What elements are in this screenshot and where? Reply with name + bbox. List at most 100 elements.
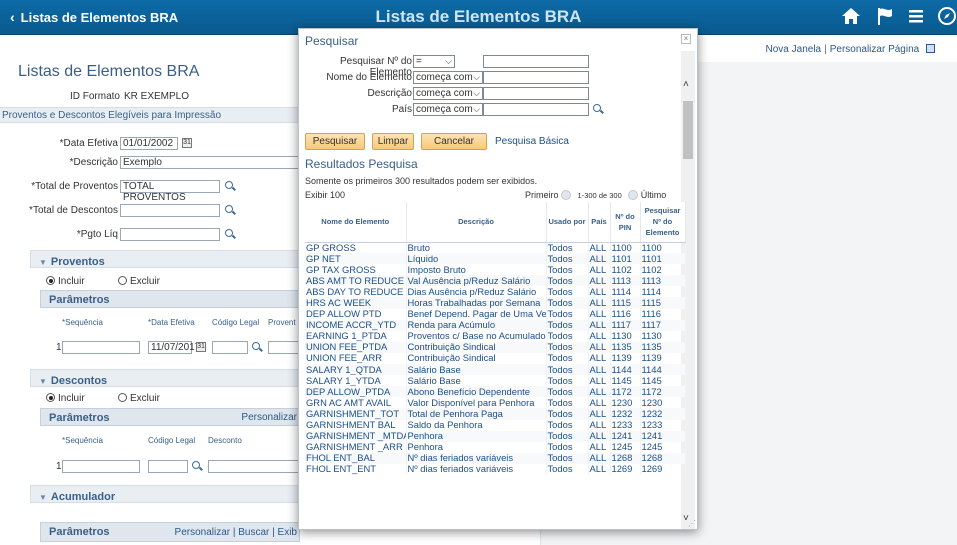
total-earnings-field[interactable]: TOTAL PROVENTOS (120, 180, 220, 203)
table-cell[interactable]: ALL (588, 330, 611, 342)
table-cell[interactable]: 1232 (610, 408, 641, 420)
table-cell[interactable]: Todos (546, 364, 589, 376)
table-row[interactable]: UNION FEE_PTDA Contribuição Sindical Todos… (305, 341, 686, 353)
table-cell[interactable]: 1130 (610, 330, 641, 342)
table-cell[interactable]: 1230 (640, 397, 686, 409)
table-cell[interactable]: 1116 (640, 308, 686, 320)
elem-name-input[interactable] (483, 71, 589, 84)
table-cell[interactable]: Contribuição Sindical (406, 352, 547, 365)
table-cell[interactable]: Todos (546, 308, 589, 320)
table-cell[interactable]: 1101 (610, 253, 641, 265)
table-cell[interactable]: Salário Base (406, 364, 547, 376)
close-icon[interactable]: × (681, 34, 691, 44)
deductions-seq-field[interactable] (62, 460, 140, 473)
table-cell[interactable]: Dias Ausência p/Reduz Salário (406, 286, 547, 298)
table-cell[interactable]: Todos (546, 242, 589, 254)
table-cell[interactable]: 1117 (640, 319, 686, 331)
table-cell[interactable]: Val Ausência p/Reduz Salário (406, 275, 547, 287)
compass-icon[interactable] (936, 6, 957, 28)
table-cell[interactable]: Bruto (406, 242, 547, 254)
table-cell[interactable]: ALL (588, 242, 611, 254)
table-cell[interactable]: Todos (546, 408, 589, 420)
earnings-date-field[interactable]: 11/07/2017 (148, 341, 200, 354)
table-cell[interactable]: DEP ALLOW PTD (305, 308, 407, 320)
prev-icon[interactable] (561, 190, 572, 200)
table-row[interactable]: UNION FEE_ARR Contribuição Sindical Todos A… (305, 352, 686, 365)
table-cell[interactable]: 1115 (640, 297, 686, 309)
operator-select-description[interactable]: começa com ⌵ (413, 87, 483, 100)
col-elem-name[interactable]: Nome do Elemento (305, 202, 407, 243)
table-row[interactable]: HRS AC WEEK Horas Trabalhadas por Semana T… (305, 297, 686, 309)
table-row[interactable]: GP GROSS Bruto Todos ALL 1100 1100 (305, 242, 686, 254)
table-cell[interactable]: ALL (588, 286, 611, 298)
calendar-icon[interactable]: 31 (196, 342, 206, 352)
table-cell[interactable]: Horas Trabalhadas por Semana (406, 297, 547, 309)
table-cell[interactable]: 1268 (640, 452, 686, 464)
table-row[interactable]: DEP ALLOW PTD Benef Depend. Pagar de Uma … (305, 308, 686, 320)
calendar-icon[interactable]: 31 (182, 138, 192, 148)
table-cell[interactable]: EARNING 1_PTDA (305, 330, 407, 342)
table-cell[interactable]: ALL (588, 397, 611, 409)
table-cell[interactable]: HRS AC WEEK (305, 297, 407, 309)
table-cell[interactable]: Todos (546, 430, 589, 442)
table-row[interactable]: GARNISHMENT _MTDA Penhora Todos ALL 1241 1241 (305, 430, 686, 442)
total-deductions-field[interactable] (120, 204, 220, 217)
operator-select-elem-num[interactable]: = ⌵ (413, 55, 455, 68)
table-row[interactable]: DEP ALLOW_PTDA Abono Benefício Dependente… (305, 386, 686, 398)
operator-select-elem-name[interactable]: começa com ⌵ (413, 71, 483, 84)
table-cell[interactable]: GP GROSS (305, 242, 407, 254)
table-cell[interactable]: ALL (588, 463, 611, 475)
col-pin-num[interactable]: Nº do PIN (610, 202, 641, 243)
table-cell[interactable]: ALL (588, 408, 611, 420)
table-cell[interactable]: ABS DAY TO REDUCE (305, 286, 407, 298)
table-cell[interactable]: Todos (546, 386, 589, 398)
deductions-code-field[interactable] (208, 460, 300, 473)
operator-select-country[interactable]: começa com ⌵ (413, 103, 483, 116)
table-cell[interactable]: 1114 (640, 286, 686, 298)
table-cell[interactable]: 1144 (610, 364, 641, 376)
search-icon[interactable] (593, 104, 603, 114)
table-cell[interactable]: Saldo da Penhora (406, 419, 547, 431)
table-cell[interactable]: Valor Disponível para Penhora (406, 397, 547, 409)
menu-icon[interactable] (905, 6, 927, 28)
resize-handle-icon[interactable]: ⋰ (688, 519, 696, 528)
table-cell[interactable]: 1135 (610, 341, 641, 353)
table-cell[interactable]: Todos (546, 330, 589, 342)
deductions-section[interactable]: ▼ Descontos (30, 369, 300, 387)
table-row[interactable]: GARNISHMENT BAL Saldo da Penhora Todos ALL 1… (305, 419, 686, 431)
earnings-include-radio[interactable]: Incluir (46, 276, 85, 287)
show-100-link[interactable]: Exibir 100 (305, 190, 345, 200)
eff-date-field[interactable]: 01/01/2002 (120, 137, 178, 150)
table-cell[interactable]: Todos (546, 452, 589, 464)
table-cell[interactable]: FHOL ENT_ENT (305, 463, 407, 475)
table-cell[interactable]: 1245 (640, 441, 686, 453)
table-cell[interactable]: ALL (588, 375, 611, 387)
table-cell[interactable]: SALARY 1_QTDA (305, 364, 407, 376)
table-cell[interactable]: Todos (546, 397, 589, 409)
table-cell[interactable]: GP TAX GROSS (305, 264, 407, 276)
next-icon[interactable] (628, 190, 639, 200)
table-cell[interactable]: ALL (588, 319, 611, 331)
first-link[interactable]: Primeiro (525, 190, 559, 200)
table-cell[interactable]: 1139 (610, 352, 641, 365)
table-cell[interactable]: ALL (588, 341, 611, 353)
table-cell[interactable]: 1115 (610, 297, 641, 309)
cancel-button[interactable]: Cancelar (421, 133, 487, 150)
earnings-legal-field[interactable] (212, 341, 248, 354)
table-cell[interactable]: 1101 (640, 253, 686, 265)
table-cell[interactable]: ALL (588, 364, 611, 376)
table-cell[interactable]: 1172 (640, 386, 686, 398)
search-button[interactable]: Pesquisar (305, 133, 365, 150)
table-cell[interactable]: 1269 (610, 463, 641, 475)
table-cell[interactable]: 1100 (640, 242, 686, 254)
table-cell[interactable]: 1117 (610, 319, 641, 331)
clear-button[interactable]: Limpar (372, 133, 414, 150)
table-cell[interactable]: ALL (588, 419, 611, 431)
table-cell[interactable]: 1139 (640, 352, 686, 365)
table-row[interactable]: ABS DAY TO REDUCE Dias Ausência p/Reduz S… (305, 286, 686, 298)
table-cell[interactable]: 1145 (640, 375, 686, 387)
new-window-link[interactable]: Nova Janela (766, 44, 822, 55)
table-cell[interactable]: Abono Benefício Dependente (406, 386, 547, 398)
table-cell[interactable]: Salário Base (406, 375, 547, 387)
table-row[interactable]: FHOL ENT_BAL Nº dias feriados variáveis To… (305, 452, 686, 464)
